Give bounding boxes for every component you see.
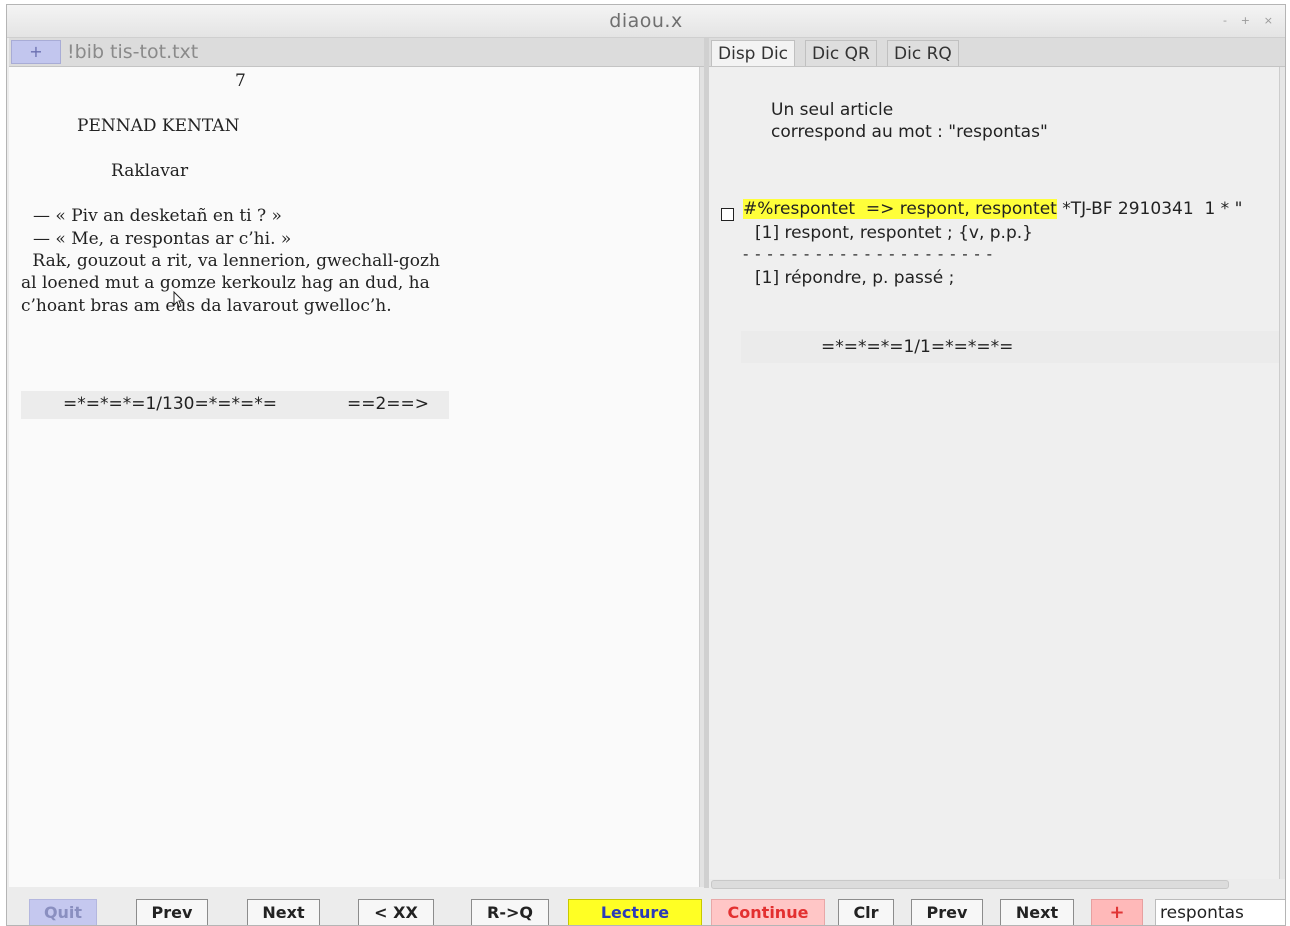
r-to-q-button[interactable]: R->Q: [471, 899, 549, 925]
result-footer: =*=*=*=1/1=*=*=*=: [741, 331, 1279, 363]
next-result-button[interactable]: Next: [1000, 899, 1074, 925]
maximize-icon[interactable]: +: [1241, 14, 1250, 27]
search-input[interactable]: respontas: [1155, 899, 1285, 925]
definition-french: [1] répondre, p. passé ;: [755, 268, 955, 288]
entry-line: #%respontet => respont, respontet *TJ-BF…: [743, 199, 1242, 219]
left-panel: + !bib tis-tot.txt 7 PENNAD KENTAN Rakla…: [9, 38, 705, 888]
new-tab-button[interactable]: +: [11, 40, 61, 64]
result-summary: Un seul article: [771, 100, 894, 120]
app-window: diaou.x - + × + !bib tis-tot.txt 7 PENNA…: [6, 4, 1286, 926]
separator: - - - - - - - - - - - - - - - - - - - - …: [743, 245, 994, 263]
definition-breton: [1] respont, respontet ; {v, p.p.}: [755, 223, 1033, 243]
next-button[interactable]: Next: [247, 899, 320, 925]
text-line: al loened mut a gomze kerkoulz hag an du…: [21, 273, 430, 293]
tab-dic-qr[interactable]: Dic QR: [805, 40, 877, 66]
page-footer: =*=*=*=1/130=*=*=*= ==2==>: [21, 391, 449, 419]
prev-result-button[interactable]: Prev: [911, 899, 983, 925]
prev-button[interactable]: Prev: [136, 899, 208, 925]
mouse-cursor-icon: [173, 291, 185, 308]
continue-button[interactable]: Continue: [711, 899, 825, 925]
page-counter: =*=*=*=1/130=*=*=*=: [63, 394, 277, 414]
right-tab-bar: Disp Dic Dic QR Dic RQ: [709, 38, 1285, 67]
entry-code: *TJ-BF 2910341 1 * ": [1056, 199, 1243, 219]
right-button-bar: Continue Clr Prev Next + respontas: [709, 891, 1285, 925]
right-scrollbar[interactable]: [1279, 67, 1285, 879]
next-page-link[interactable]: ==2==>: [347, 394, 429, 414]
title-bar: diaou.x - + ×: [7, 5, 1285, 38]
dictionary-display[interactable]: Un seul article correspond au mot : "res…: [709, 67, 1279, 879]
entry-checkbox[interactable]: [721, 208, 734, 221]
tab-disp-dic[interactable]: Disp Dic: [711, 40, 796, 66]
quit-button[interactable]: Quit: [29, 899, 97, 925]
tab-dic-rq[interactable]: Dic RQ: [887, 40, 959, 66]
add-button[interactable]: +: [1091, 899, 1143, 925]
text-viewer[interactable]: 7 PENNAD KENTAN Raklavar — « Piv an desk…: [9, 67, 700, 887]
text-line: — « Piv an desketañ en ti ? »: [33, 206, 282, 226]
result-summary-word: correspond au mot : "respontas": [771, 122, 1048, 142]
chapter-subheading: Raklavar: [111, 161, 189, 181]
result-counter: =*=*=*=1/1=*=*=*=: [821, 337, 1014, 357]
tab-file[interactable]: !bib tis-tot.txt: [67, 41, 198, 63]
clear-button[interactable]: Clr: [838, 899, 894, 925]
text-line: — « Me, a respontas ar c’hi. »: [33, 229, 292, 249]
text-line: c’hoant bras am eus da lavarout gwelloc’…: [21, 296, 392, 316]
text-line: Rak, gouzout a rit, va lennerion, gwecha…: [27, 251, 440, 271]
horizontal-scrollbar[interactable]: [711, 880, 1229, 889]
window-title: diaou.x: [609, 10, 683, 32]
right-panel: Disp Dic Dic QR Dic RQ Un seul article c…: [709, 38, 1285, 889]
page-number: 7: [235, 71, 246, 91]
close-icon[interactable]: ×: [1264, 14, 1273, 27]
back-xx-button[interactable]: < XX: [358, 899, 434, 925]
chapter-heading: PENNAD KENTAN: [77, 116, 240, 136]
entry-headword: #%respontet => respont, respontet: [743, 199, 1057, 219]
minimize-icon[interactable]: -: [1223, 14, 1227, 27]
left-tab-bar: + !bib tis-tot.txt: [9, 38, 704, 67]
left-button-bar: Quit Prev Next < XX R->Q Lecture: [9, 891, 704, 925]
lecture-button[interactable]: Lecture: [568, 899, 702, 925]
